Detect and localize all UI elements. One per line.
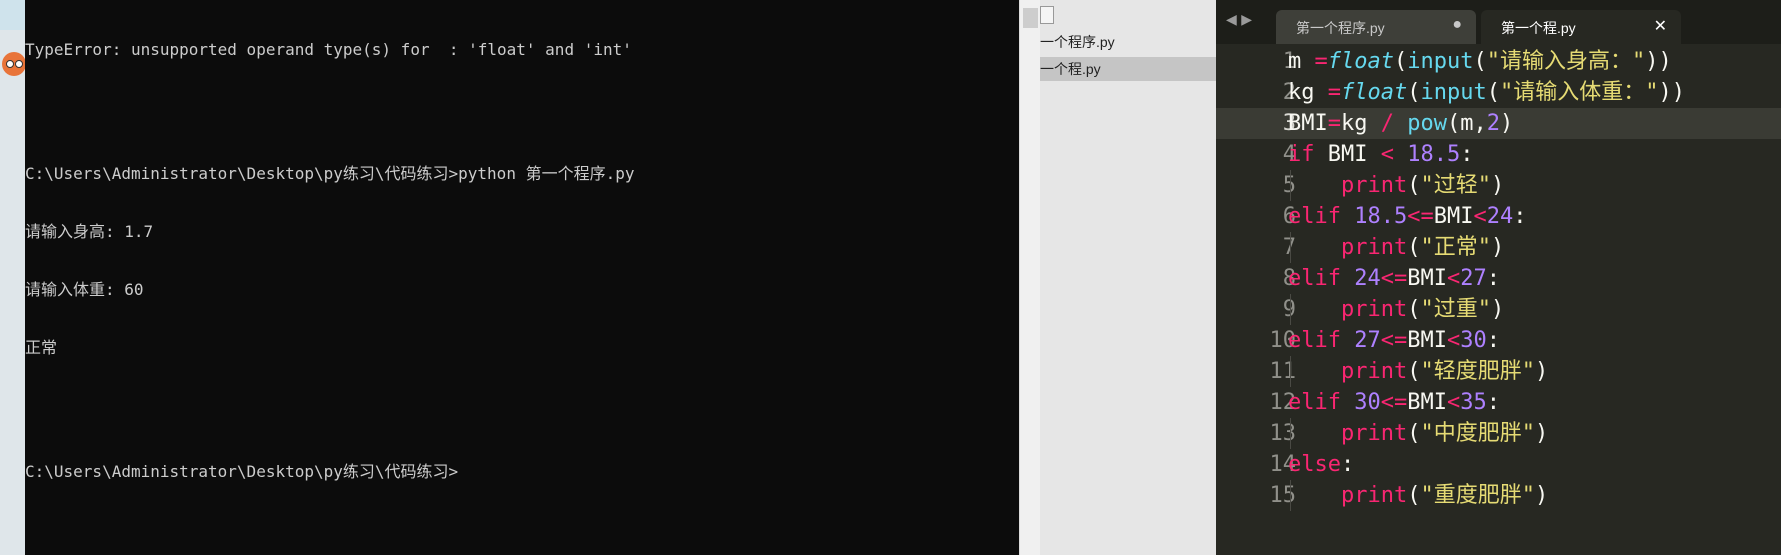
code-line: 1 m =float(input("请输入身高：")) <box>1216 46 1781 77</box>
code-line: 14 else: <box>1216 449 1781 480</box>
tab-nav-arrows-icon[interactable]: ◀ ▶ <box>1226 12 1252 28</box>
code-text: print("正常") <box>1340 235 1505 260</box>
code-text: elif 18.5<=BMI<24: <box>1288 204 1527 229</box>
line-number: 1 <box>1282 49 1296 74</box>
code-editor[interactable]: ◀ ▶ 第一个程序.py ● 第一个程.py ✕ 1 m =float(inpu… <box>1216 0 1781 555</box>
code-text: print("过轻") <box>1340 173 1505 198</box>
line-number: 6 <box>1282 204 1296 229</box>
tab-file-1[interactable]: 第一个程序.py ● <box>1276 10 1476 44</box>
code-text: BMI=kg / pow(m,2) <box>1288 111 1514 136</box>
code-text: print("中度肥胖") <box>1340 421 1549 446</box>
code-line: 8 elif 24<=BMI<27: <box>1216 263 1781 294</box>
line-number: 9 <box>1216 294 1296 325</box>
tab-bar: ◀ ▶ 第一个程序.py ● 第一个程.py ✕ <box>1216 0 1781 44</box>
tab-file-2-active[interactable]: 第一个程.py ✕ <box>1481 10 1681 44</box>
code-text: print("轻度肥胖") <box>1340 359 1549 384</box>
line-number: 10 <box>1269 328 1297 353</box>
line-number: 3 <box>1282 111 1296 136</box>
sidebar-file-item-active[interactable]: 一个程.py <box>1040 57 1216 81</box>
code-line: 15 print("重度肥胖") <box>1216 480 1781 511</box>
unsaved-dot-icon[interactable]: ● <box>1452 16 1462 34</box>
code-text: if BMI < 18.5: <box>1288 142 1474 167</box>
console-prompt[interactable]: C:\Users\Administrator\Desktop\py练习\代码练习… <box>25 462 1019 482</box>
scrollbar-thumb[interactable] <box>1023 8 1038 28</box>
code-line: 13 print("中度肥胖") <box>1216 418 1781 449</box>
line-number: 8 <box>1282 266 1296 291</box>
desktop-strip <box>0 0 26 555</box>
code-line: 11 print("轻度肥胖") <box>1216 356 1781 387</box>
line-number: 13 <box>1269 421 1297 446</box>
line-number: 12 <box>1269 390 1297 415</box>
code-area[interactable]: 1 m =float(input("请输入身高：")) 2 kg =float(… <box>1216 46 1781 511</box>
code-line: 5 print("过轻") <box>1216 170 1781 201</box>
console-line: C:\Users\Administrator\Desktop\py练习\代码练习… <box>25 164 635 183</box>
console-line: 正常 <box>25 338 58 357</box>
code-line: 6 elif 18.5<=BMI<24: <box>1216 201 1781 232</box>
tab-label: 第一个程.py <box>1501 20 1576 36</box>
code-text: print("过重") <box>1340 297 1505 322</box>
code-line: 9 print("过重") <box>1216 294 1781 325</box>
desktop-app-icon[interactable] <box>0 48 26 80</box>
code-text: elif 24<=BMI<27: <box>1288 266 1500 291</box>
console-line: TypeError: unsupported operand type(s) f… <box>25 40 632 59</box>
console-line: 请输入身高: 1.7 <box>25 222 154 241</box>
code-text: elif 30<=BMI<35: <box>1288 390 1500 415</box>
code-line: 7 print("正常") <box>1216 232 1781 263</box>
line-number: 14 <box>1269 452 1297 477</box>
file-sidebar: 一个程序.py 一个程.py <box>1040 0 1217 555</box>
app-icon-eye <box>6 60 14 68</box>
tab-label: 第一个程序.py <box>1296 20 1385 36</box>
code-text: kg =float(input("请输入体重：")) <box>1288 80 1685 105</box>
code-text: m =float(input("请输入身高：")) <box>1288 49 1672 74</box>
code-text: elif 27<=BMI<30: <box>1288 328 1500 353</box>
close-icon[interactable]: ✕ <box>1654 16 1667 36</box>
line-number: 2 <box>1282 80 1296 105</box>
sidebar-file-label: 一个程.py <box>1040 61 1101 77</box>
line-number: 7 <box>1216 232 1296 263</box>
code-text: else: <box>1288 452 1355 477</box>
app-icon-eye <box>15 60 23 68</box>
line-number: 15 <box>1269 483 1297 508</box>
code-line: 10 elif 27<=BMI<30: <box>1216 325 1781 356</box>
command-prompt-output[interactable]: TypeError: unsupported operand type(s) f… <box>25 0 1019 555</box>
sidebar-file-item[interactable]: 一个程序.py <box>1040 30 1216 54</box>
line-number: 4 <box>1282 142 1296 167</box>
code-line: 2 kg =float(input("请输入体重：")) <box>1216 77 1781 108</box>
code-line: 12 elif 30<=BMI<35: <box>1216 387 1781 418</box>
line-number: 5 <box>1216 170 1296 201</box>
sidebar-file-label: 一个程序.py <box>1040 34 1115 50</box>
line-number: 11 <box>1269 359 1297 384</box>
code-line: 4 if BMI < 18.5: <box>1216 139 1781 170</box>
console-scrollbar[interactable] <box>1019 0 1041 555</box>
console-line: 请输入体重: 60 <box>25 280 144 299</box>
code-line-current: 3 BMI=kg / pow(m,2) <box>1216 108 1781 139</box>
sidebar-folder-icon[interactable] <box>1040 6 1054 24</box>
code-text: print("重度肥胖") <box>1340 483 1549 508</box>
desktop-background <box>0 0 25 30</box>
